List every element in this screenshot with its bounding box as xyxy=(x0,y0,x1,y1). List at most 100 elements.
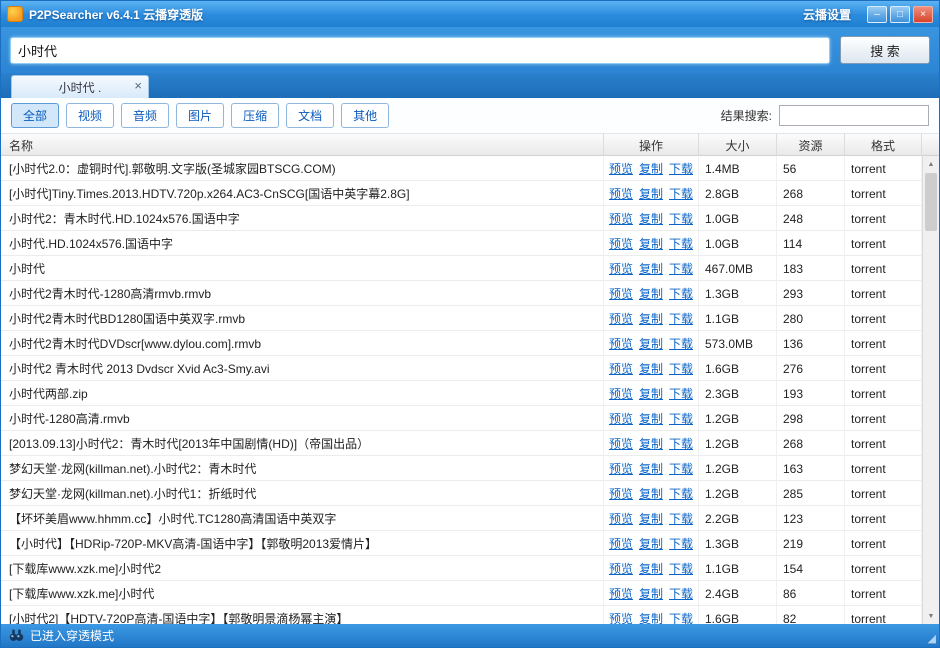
resize-grip[interactable]: ◢ xyxy=(928,634,936,645)
filter-video-button[interactable]: 视频 xyxy=(66,103,114,128)
preview-link[interactable]: 预览 xyxy=(609,510,633,527)
copy-link[interactable]: 复制 xyxy=(639,210,663,227)
copy-link[interactable]: 复制 xyxy=(639,235,663,252)
download-link[interactable]: 下载 xyxy=(669,260,693,277)
copy-link[interactable]: 复制 xyxy=(639,410,663,427)
table-row[interactable]: 小时代2青木时代-1280高清rmvb.rmvb 预览 复制 下载 1.3GB … xyxy=(1,281,922,306)
preview-link[interactable]: 预览 xyxy=(609,485,633,502)
download-link[interactable]: 下载 xyxy=(669,235,693,252)
preview-link[interactable]: 预览 xyxy=(609,585,633,602)
table-row[interactable]: [小时代2.0：虚铜时代].郭敬明.文字版(圣城家园BTSCG.COM) 预览 … xyxy=(1,156,922,181)
preview-link[interactable]: 预览 xyxy=(609,410,633,427)
search-input[interactable] xyxy=(10,37,830,64)
download-link[interactable]: 下载 xyxy=(669,210,693,227)
table-row[interactable]: 小时代.HD.1024x576.国语中字 预览 复制 下载 1.0GB 114 … xyxy=(1,231,922,256)
download-link[interactable]: 下载 xyxy=(669,160,693,177)
copy-link[interactable]: 复制 xyxy=(639,535,663,552)
scroll-down-icon[interactable]: ▼ xyxy=(923,608,939,624)
preview-link[interactable]: 预览 xyxy=(609,335,633,352)
download-link[interactable]: 下载 xyxy=(669,410,693,427)
preview-link[interactable]: 预览 xyxy=(609,160,633,177)
download-link[interactable]: 下载 xyxy=(669,310,693,327)
preview-link[interactable]: 预览 xyxy=(609,310,633,327)
copy-link[interactable]: 复制 xyxy=(639,285,663,302)
maximize-button[interactable]: □ xyxy=(890,6,910,23)
preview-link[interactable]: 预览 xyxy=(609,360,633,377)
preview-link[interactable]: 预览 xyxy=(609,535,633,552)
copy-link[interactable]: 复制 xyxy=(639,335,663,352)
download-link[interactable]: 下载 xyxy=(669,385,693,402)
preview-link[interactable]: 预览 xyxy=(609,560,633,577)
download-link[interactable]: 下载 xyxy=(669,360,693,377)
copy-link[interactable]: 复制 xyxy=(639,260,663,277)
filter-archive-button[interactable]: 压缩 xyxy=(231,103,279,128)
vertical-scrollbar[interactable]: ▲ ▼ xyxy=(922,156,939,624)
scroll-up-icon[interactable]: ▲ xyxy=(923,156,939,172)
filter-document-button[interactable]: 文档 xyxy=(286,103,334,128)
tab-close-icon[interactable]: × xyxy=(134,76,142,96)
cloud-settings-link[interactable]: 云播设置 xyxy=(803,6,851,23)
table-row[interactable]: [下载库www.xzk.me]小时代 预览 复制 下载 2.4GB 86 tor… xyxy=(1,581,922,606)
preview-link[interactable]: 预览 xyxy=(609,460,633,477)
preview-link[interactable]: 预览 xyxy=(609,610,633,624)
download-link[interactable]: 下载 xyxy=(669,585,693,602)
filter-other-button[interactable]: 其他 xyxy=(341,103,389,128)
preview-link[interactable]: 预览 xyxy=(609,285,633,302)
download-link[interactable]: 下载 xyxy=(669,510,693,527)
search-button[interactable]: 搜 索 xyxy=(840,36,930,64)
copy-link[interactable]: 复制 xyxy=(639,360,663,377)
copy-link[interactable]: 复制 xyxy=(639,435,663,452)
table-row[interactable]: [2013.09.13]小时代2：青木时代[2013年中国剧情(HD)]（帝国出… xyxy=(1,431,922,456)
preview-link[interactable]: 预览 xyxy=(609,385,633,402)
preview-link[interactable]: 预览 xyxy=(609,260,633,277)
table-row[interactable]: 【坏坏美眉www.hhmm.cc】小时代.TC1280高清国语中英双字 预览 复… xyxy=(1,506,922,531)
table-row[interactable]: 【小时代】【HDRip-720P-MKV高清-国语中字】【郭敬明2013爱情片】… xyxy=(1,531,922,556)
copy-link[interactable]: 复制 xyxy=(639,585,663,602)
download-link[interactable]: 下载 xyxy=(669,185,693,202)
download-link[interactable]: 下载 xyxy=(669,485,693,502)
close-button[interactable]: × xyxy=(913,6,933,23)
copy-link[interactable]: 复制 xyxy=(639,510,663,527)
result-resources: 86 xyxy=(777,581,845,606)
scrollbar-thumb[interactable] xyxy=(925,173,937,231)
filter-image-button[interactable]: 图片 xyxy=(176,103,224,128)
download-link[interactable]: 下载 xyxy=(669,610,693,624)
copy-link[interactable]: 复制 xyxy=(639,610,663,624)
copy-link[interactable]: 复制 xyxy=(639,185,663,202)
preview-link[interactable]: 预览 xyxy=(609,210,633,227)
copy-link[interactable]: 复制 xyxy=(639,485,663,502)
copy-link[interactable]: 复制 xyxy=(639,560,663,577)
preview-link[interactable]: 预览 xyxy=(609,435,633,452)
tab-search-result[interactable]: 小时代 . × xyxy=(11,75,149,98)
table-row[interactable]: 梦幻天堂·龙网(killman.net).小时代2：青木时代 预览 复制 下载 … xyxy=(1,456,922,481)
preview-link[interactable]: 预览 xyxy=(609,235,633,252)
table-row[interactable]: [小时代2]【HDTV-720P高清-国语中字】【郭敬明景滴杨幂主演】 预览 复… xyxy=(1,606,922,624)
table-row[interactable]: 小时代-1280高清.rmvb 预览 复制 下载 1.2GB 298 torre… xyxy=(1,406,922,431)
table-row[interactable]: 小时代2青木时代BD1280国语中英双字.rmvb 预览 复制 下载 1.1GB… xyxy=(1,306,922,331)
table-row[interactable]: 小时代2：青木时代.HD.1024x576.国语中字 预览 复制 下载 1.0G… xyxy=(1,206,922,231)
download-link[interactable]: 下载 xyxy=(669,560,693,577)
copy-link[interactable]: 复制 xyxy=(639,310,663,327)
copy-link[interactable]: 复制 xyxy=(639,460,663,477)
download-link[interactable]: 下载 xyxy=(669,335,693,352)
minimize-button[interactable]: – xyxy=(867,6,887,23)
download-link[interactable]: 下载 xyxy=(669,285,693,302)
filter-all-button[interactable]: 全部 xyxy=(11,103,59,128)
download-link[interactable]: 下载 xyxy=(669,435,693,452)
table-row[interactable]: 小时代两部.zip 预览 复制 下载 2.3GB 193 torrent xyxy=(1,381,922,406)
result-filter-input[interactable] xyxy=(779,105,929,126)
filter-audio-button[interactable]: 音频 xyxy=(121,103,169,128)
copy-link[interactable]: 复制 xyxy=(639,385,663,402)
table-row[interactable]: 小时代2 青木时代 2013 Dvdscr Xvid Ac3-Smy.avi 预… xyxy=(1,356,922,381)
download-link[interactable]: 下载 xyxy=(669,535,693,552)
table-row[interactable]: [小时代]Tiny.Times.2013.HDTV.720p.x264.AC3-… xyxy=(1,181,922,206)
copy-link[interactable]: 复制 xyxy=(639,160,663,177)
table-row[interactable]: 小时代 预览 复制 下载 467.0MB 183 torrent xyxy=(1,256,922,281)
preview-link[interactable]: 预览 xyxy=(609,185,633,202)
table-row[interactable]: 小时代2青木时代DVDscr[www.dylou.com].rmvb 预览 复制… xyxy=(1,331,922,356)
result-actions: 预览 复制 下载 xyxy=(604,431,699,456)
table-row[interactable]: 梦幻天堂·龙网(killman.net).小时代1：折纸时代 预览 复制 下载 … xyxy=(1,481,922,506)
result-name: 小时代2青木时代-1280高清rmvb.rmvb xyxy=(1,281,604,306)
download-link[interactable]: 下载 xyxy=(669,460,693,477)
table-row[interactable]: [下载库www.xzk.me]小时代2 预览 复制 下载 1.1GB 154 t… xyxy=(1,556,922,581)
